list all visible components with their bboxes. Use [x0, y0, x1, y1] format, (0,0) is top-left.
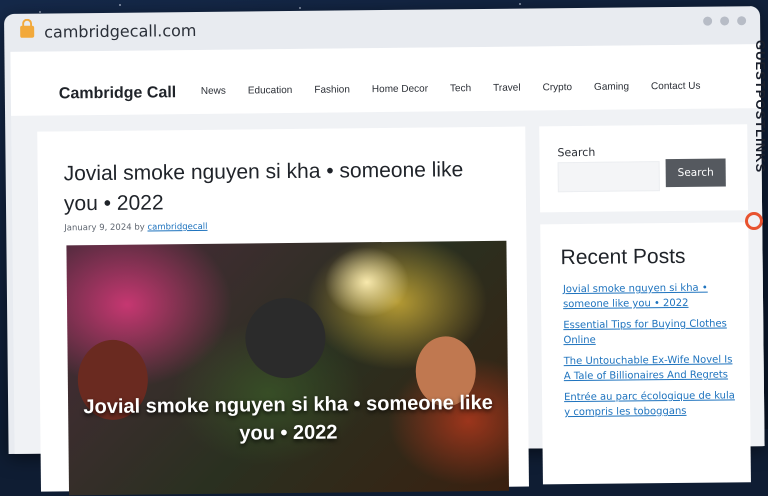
recent-post-link[interactable]: Essential Tips for Buying Clothes Online: [563, 316, 739, 348]
window-controls: [703, 16, 747, 26]
nav-item-contact-us[interactable]: Contact Us: [651, 81, 701, 93]
recent-post-link[interactable]: Entrée au parc écologique de kula y comp…: [564, 388, 740, 420]
search-widget: Search Search: [539, 124, 749, 213]
post-date: January 9, 2024: [64, 222, 132, 234]
post-meta: January 9, 2024 by cambridgecall: [64, 222, 207, 233]
search-input[interactable]: [557, 161, 660, 193]
featured-image[interactable]: Jovial smoke nguyen si kha • someone lik…: [66, 240, 510, 496]
web-page: Cambridge Call News Education Fashion Ho…: [10, 44, 765, 496]
lock-icon: [20, 25, 35, 38]
watermark-text: GUESTPOSTLINKS: [753, 40, 768, 174]
crowd-figure: [244, 297, 326, 379]
url-text[interactable]: cambridgecall.com: [44, 21, 196, 42]
nav-item-education[interactable]: Education: [248, 85, 293, 96]
nav-item-fashion[interactable]: Fashion: [314, 84, 350, 95]
site-header: Cambridge Call News Education Fashion Ho…: [10, 44, 762, 116]
chain-link-icon: [745, 212, 763, 230]
main-article: Jovial smoke nguyen si kha • someone lik…: [37, 126, 529, 496]
post-by: by: [134, 222, 145, 233]
nav-item-travel[interactable]: Travel: [493, 83, 521, 94]
search-button[interactable]: Search: [665, 158, 726, 188]
site-brand[interactable]: Cambridge Call: [59, 84, 177, 103]
recent-posts-list: Jovial smoke nguyen si kha • someone lik…: [563, 280, 740, 426]
post-author-link[interactable]: cambridgecall: [147, 222, 207, 233]
nav-item-gaming[interactable]: Gaming: [594, 81, 629, 92]
browser-window: cambridgecall.com Cambridge Call News Ed…: [4, 6, 765, 496]
nav-item-news[interactable]: News: [201, 86, 226, 97]
window-dot-icon[interactable]: [720, 16, 730, 26]
window-dot-icon[interactable]: [737, 16, 747, 26]
search-label: Search: [557, 145, 596, 160]
guestpostlinks-watermark: GUESTPOSTLINKS: [742, 40, 768, 230]
hero-caption: Jovial smoke nguyen si kha • someone lik…: [83, 391, 493, 445]
recent-post-link[interactable]: Jovial smoke nguyen si kha • someone lik…: [563, 280, 739, 312]
window-dot-icon[interactable]: [703, 16, 713, 26]
recent-posts-widget: Recent Posts Jovial smoke nguyen si kha …: [540, 222, 751, 485]
recent-posts-title: Recent Posts: [560, 244, 686, 270]
nav-item-crypto[interactable]: Crypto: [543, 82, 573, 93]
main-nav: News Education Fashion Home Decor Tech T…: [201, 80, 723, 97]
post-title: Jovial smoke nguyen si kha • someone lik…: [63, 158, 464, 216]
recent-post-link[interactable]: The Untouchable Ex-Wife Novel Is A Tale …: [564, 352, 740, 384]
nav-item-tech[interactable]: Tech: [450, 83, 471, 94]
nav-item-home-decor[interactable]: Home Decor: [372, 84, 428, 96]
